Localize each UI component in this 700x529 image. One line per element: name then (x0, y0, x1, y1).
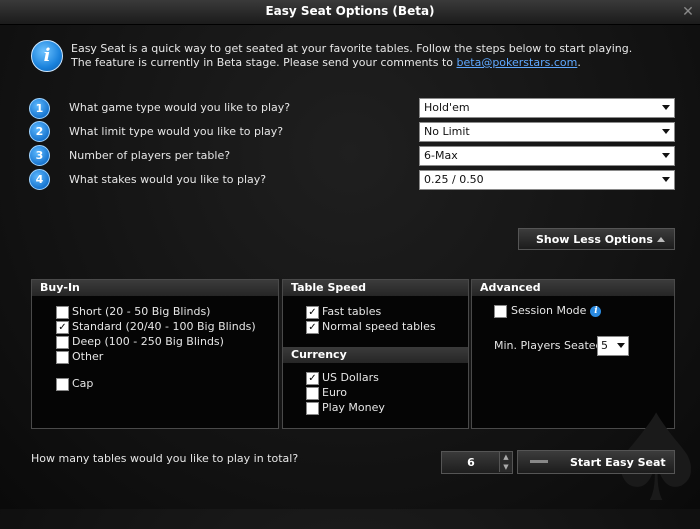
buyin-other-label: Other (72, 350, 104, 363)
fast-tables-checkbox[interactable]: ✓ (306, 306, 319, 319)
chevron-down-icon (662, 153, 670, 158)
chevron-down-icon (662, 177, 670, 182)
euro-label: Euro (322, 386, 347, 399)
min-players-label: Min. Players Seated: (494, 339, 607, 352)
close-icon[interactable]: ✕ (680, 4, 696, 20)
show-less-options-button[interactable]: Show Less Options (518, 228, 675, 250)
buyin-header: Buy-In (32, 280, 278, 296)
limit-type-value: No Limit (424, 125, 470, 138)
chevron-up-icon (657, 237, 665, 242)
play-money-checkbox[interactable] (306, 402, 319, 415)
step-2-badge: 2 (29, 121, 50, 142)
start-easy-seat-button[interactable]: Start Easy Seat (517, 450, 675, 474)
table-speed-panel: Table Speed ✓ Fast tables ✓ Normal speed… (282, 279, 469, 429)
intro-line-2-suffix: . (577, 56, 581, 69)
step-3-badge: 3 (29, 145, 50, 166)
buyin-standard-label: Standard (20/40 - 100 Big Blinds) (72, 320, 256, 333)
button-bar-icon (530, 460, 548, 463)
info-icon: i (31, 40, 63, 72)
players-per-table-value: 6-Max (424, 149, 458, 162)
tables-question: How many tables would you like to play i… (31, 452, 299, 465)
chevron-down-icon (662, 105, 670, 110)
start-easy-seat-label: Start Easy Seat (570, 456, 666, 469)
currency-header: Currency (283, 347, 468, 363)
usd-checkbox[interactable]: ✓ (306, 372, 319, 385)
step-4-question: What stakes would you like to play? (69, 173, 267, 186)
session-mode-checkbox[interactable] (494, 305, 507, 318)
window-title: Easy Seat Options (Beta) (265, 4, 435, 18)
step-3-question: Number of players per table? (69, 149, 231, 162)
usd-label: US Dollars (322, 371, 379, 384)
game-type-select[interactable]: Hold'em (419, 98, 675, 118)
tables-count-spinner[interactable]: 6 ▲ ▼ (441, 451, 513, 474)
beta-email-link[interactable]: beta@pokerstars.com (457, 56, 578, 69)
show-less-options-label: Show Less Options (536, 233, 653, 246)
euro-checkbox[interactable] (306, 387, 319, 400)
buyin-standard-checkbox[interactable]: ✓ (56, 321, 69, 334)
play-money-label: Play Money (322, 401, 385, 414)
chevron-down-icon (662, 129, 670, 134)
buyin-short-checkbox[interactable] (56, 306, 69, 319)
info-icon[interactable]: i (590, 305, 602, 317)
session-mode-label-wrap: Session Mode i (511, 304, 602, 317)
min-players-select[interactable]: 5 (597, 336, 629, 356)
fast-tables-label: Fast tables (322, 305, 382, 318)
step-1-badge: 1 (29, 98, 50, 119)
limit-type-select[interactable]: No Limit (419, 122, 675, 142)
cap-label: Cap (72, 377, 94, 390)
table-speed-header: Table Speed (283, 280, 468, 296)
cap-checkbox[interactable] (56, 378, 69, 391)
spinner-up-icon[interactable]: ▲ (499, 452, 512, 462)
intro-line-1: Easy Seat is a quick way to get seated a… (71, 42, 633, 55)
min-players-value: 5 (601, 339, 608, 352)
buyin-short-label: Short (20 - 50 Big Blinds) (72, 305, 211, 318)
session-mode-label: Session Mode (511, 304, 587, 317)
intro-line-2: The feature is currently in Beta stage. … (71, 56, 671, 70)
buyin-deep-checkbox[interactable] (56, 336, 69, 349)
stakes-value: 0.25 / 0.50 (424, 173, 484, 186)
step-1-question: What game type would you like to play? (69, 101, 291, 114)
stakes-select[interactable]: 0.25 / 0.50 (419, 170, 675, 190)
buyin-other-checkbox[interactable] (56, 351, 69, 364)
tables-count-value: 6 (467, 456, 475, 469)
intro-text: Easy Seat is a quick way to get seated a… (71, 42, 671, 70)
chevron-down-icon (617, 343, 625, 348)
buyin-panel: Buy-In Short (20 - 50 Big Blinds) ✓ Stan… (31, 279, 279, 429)
title-bar: Easy Seat Options (Beta) ✕ (0, 0, 700, 25)
normal-speed-checkbox[interactable]: ✓ (306, 321, 319, 334)
step-2-question: What limit type would you like to play? (69, 125, 284, 138)
normal-speed-label: Normal speed tables (322, 320, 436, 333)
game-type-value: Hold'em (424, 101, 470, 114)
buyin-deep-label: Deep (100 - 250 Big Blinds) (72, 335, 224, 348)
spinner-down-icon[interactable]: ▼ (499, 462, 512, 472)
intro-line-2-prefix: The feature is currently in Beta stage. … (71, 56, 457, 69)
step-4-badge: 4 (29, 169, 50, 190)
advanced-header: Advanced (472, 280, 674, 296)
players-per-table-select[interactable]: 6-Max (419, 146, 675, 166)
